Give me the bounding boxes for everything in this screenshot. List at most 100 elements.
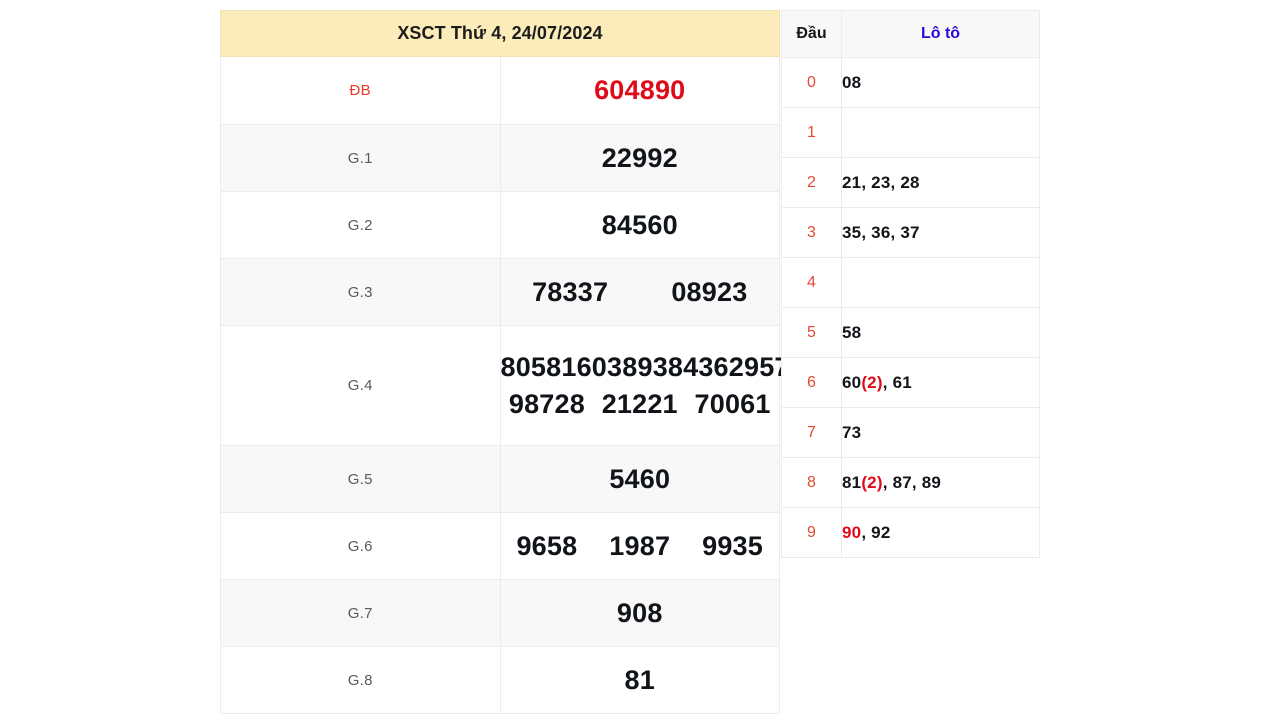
prize-number: 84560 (601, 209, 678, 240)
loto-table-body: Đầu Lô tô 0 08 1 2 21, 23, 28 3 35, 36, 37 4 5 58… (781, 10, 1040, 558)
loto-number: 81 (842, 472, 862, 492)
prize-values-db: 604890 (499, 56, 780, 125)
prize-number-line: 98728 21221 70061 (501, 386, 780, 422)
loto-number: 89 (921, 472, 942, 492)
loto-dau-cell: 4 (781, 257, 842, 308)
prize-number: 1987 (609, 530, 671, 561)
loto-number: 37 (900, 222, 920, 242)
loto-number: 21 (842, 172, 862, 192)
loto-summary-table: Đầu Lô tô 0 08 1 2 21, 23, 28 3 35, 36, 37 4 5 58… (781, 10, 1040, 558)
loto-row: 2 21, 23, 28 (781, 157, 1040, 208)
prize-label-g3: G.3 (220, 258, 501, 326)
prize-table-header-row: XSCT Thứ 4, 24/07/2024 (220, 10, 780, 57)
prize-row-g6: G.6 9658 1987 9935 (220, 512, 780, 580)
loto-header-row: Đầu Lô tô (781, 10, 1040, 58)
loto-multiplier: (2) (861, 372, 883, 392)
prize-label-g1: G.1 (220, 124, 501, 192)
loto-numbers-cell: 60(2), 61 (841, 357, 1040, 408)
loto-row: 6 60(2), 61 (781, 357, 1040, 408)
prize-values-g4: 80581 60389 38436 29573 98728 21221 7006… (499, 325, 805, 446)
prize-row-g4: G.4 80581 60389 38436 29573 98728 21221 … (220, 325, 805, 446)
prize-row-g2: G.2 84560 (220, 191, 780, 259)
loto-number: 28 (900, 172, 920, 192)
loto-numbers-cell: 73 (841, 407, 1040, 458)
loto-header-loto: Lô tô (841, 10, 1040, 58)
prize-number: 21221 (601, 388, 678, 419)
prize-number: 08923 (671, 276, 748, 307)
prize-row-g5: G.5 5460 (220, 445, 780, 513)
prize-label-g7: G.7 (220, 579, 501, 647)
prize-table-body: XSCT Thứ 4, 24/07/2024 ĐB 604890 G.1 229… (220, 10, 805, 714)
prize-row-g1: G.1 22992 (220, 124, 780, 192)
loto-numbers-cell: 35, 36, 37 (841, 207, 1040, 258)
loto-dau-cell: 9 (781, 507, 842, 558)
loto-separator: , (861, 522, 872, 542)
prize-label-g4: G.4 (220, 325, 501, 446)
prize-number: 98728 (508, 388, 585, 419)
loto-separator: , (890, 222, 901, 242)
loto-row: 8 81(2), 87, 89 (781, 457, 1040, 508)
prize-number: 80581 (500, 352, 577, 383)
loto-row: 5 58 (781, 307, 1040, 358)
prize-number-line: 9658 1987 9935 (501, 528, 780, 564)
prize-values-g5: 5460 (499, 445, 780, 513)
prize-values-g8: 81 (499, 646, 780, 714)
prize-number-line: 78337 08923 (501, 274, 780, 310)
loto-numbers-cell: 58 (841, 307, 1040, 358)
prize-row-g8: G.8 81 (220, 646, 780, 714)
prize-number: 908 (616, 597, 663, 628)
prize-number: 9658 (516, 530, 578, 561)
prize-values-g3: 78337 08923 (499, 258, 780, 326)
prize-number-line: 5460 (501, 461, 780, 497)
prize-number-line: 908 (501, 595, 780, 631)
prize-number: 70061 (694, 388, 771, 419)
prize-number: 60389 (576, 352, 653, 383)
loto-separator: , (861, 172, 872, 192)
loto-number: 61 (892, 372, 912, 392)
loto-separator: , (882, 472, 893, 492)
prize-values-g6: 9658 1987 9935 (499, 512, 780, 580)
prize-row-g3: G.3 78337 08923 (220, 258, 780, 326)
prize-label-db: ĐB (220, 56, 501, 125)
prize-number: 5460 (609, 463, 671, 494)
loto-numbers-cell: 21, 23, 28 (841, 157, 1040, 208)
loto-dau-cell: 2 (781, 157, 842, 208)
prize-table-title: XSCT Thứ 4, 24/07/2024 (220, 10, 780, 57)
loto-numbers-cell (841, 257, 1040, 308)
prize-number-line: 604890 (501, 72, 780, 108)
loto-numbers-cell: 08 (841, 57, 1040, 108)
loto-row: 4 (781, 257, 1040, 308)
loto-number: 87 (892, 472, 912, 492)
prize-results-table: XSCT Thứ 4, 24/07/2024 ĐB 604890 G.1 229… (220, 10, 805, 714)
prize-number: 9935 (702, 530, 763, 561)
loto-separator: , (882, 372, 893, 392)
prize-values-g2: 84560 (499, 191, 780, 259)
loto-dau-cell: 5 (781, 307, 842, 358)
prize-number: 604890 (594, 75, 686, 106)
prize-label-g6: G.6 (220, 512, 501, 580)
loto-number: 23 (871, 172, 891, 192)
prize-number: 81 (624, 664, 655, 695)
prize-label-g8: G.8 (220, 646, 501, 714)
prize-number: 78337 (532, 276, 609, 307)
loto-number: 58 (842, 322, 862, 342)
loto-number: 35 (842, 222, 862, 242)
loto-number: 60 (842, 372, 862, 392)
prize-number: 22992 (601, 142, 678, 173)
prize-number-line: 22992 (501, 140, 780, 176)
loto-row: 3 35, 36, 37 (781, 207, 1040, 258)
prize-label-g5: G.5 (220, 445, 501, 513)
loto-separator: , (861, 222, 872, 242)
loto-number: 73 (842, 422, 862, 442)
loto-dau-cell: 0 (781, 57, 842, 108)
loto-dau-cell: 6 (781, 357, 842, 408)
loto-row: 7 73 (781, 407, 1040, 458)
prize-row-g7: G.7 908 (220, 579, 780, 647)
loto-numbers-cell (841, 107, 1040, 158)
prize-label-g2: G.2 (220, 191, 501, 259)
loto-multiplier: (2) (861, 472, 883, 492)
prize-number-line: 81 (501, 662, 780, 698)
loto-number: 92 (871, 522, 891, 542)
lottery-results-page: XSCT Thứ 4, 24/07/2024 ĐB 604890 G.1 229… (0, 0, 1280, 720)
loto-row: 9 90, 92 (781, 507, 1040, 558)
